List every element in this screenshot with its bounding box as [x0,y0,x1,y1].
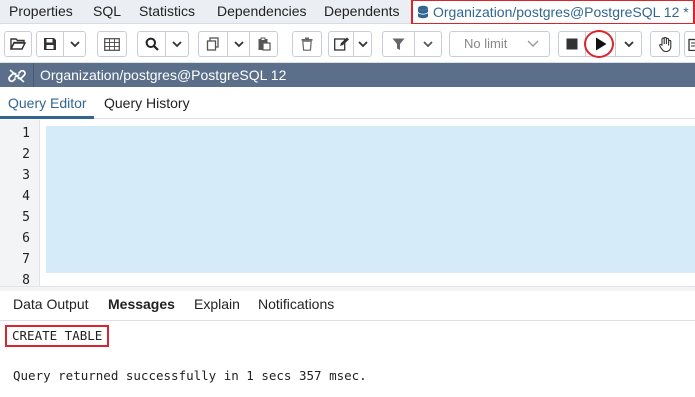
selection-highlight [46,126,695,273]
edit-icon[interactable] [329,32,353,56]
paste-icon[interactable] [249,32,277,56]
connection-title: Organization/postgres@PostgreSQL 12 [40,67,287,83]
save-icon[interactable] [37,32,63,56]
folder-open-icon [5,32,31,56]
row-limit-value: No limit [464,36,508,51]
tab-query-history[interactable]: Query History [104,95,190,111]
tab-query-tool-label: Organization/postgres@PostgreSQL 12 * [433,4,689,20]
chevron-down-icon [527,32,539,64]
execute-button-group[interactable] [558,31,642,57]
active-tab-indicator [0,116,94,119]
chevron-down-icon[interactable] [165,32,188,56]
result-tabs: Data Output Messages Explain Notificatio… [0,291,695,321]
line-number: 7 [22,252,30,267]
query-toolbar: No limit [0,24,695,63]
sql-editor[interactable]: 1 2 3 4 5 6 7 8 [0,120,695,288]
save-button-group[interactable] [36,31,86,57]
tab-query-editor[interactable]: Query Editor [8,95,87,111]
copy-icon[interactable] [199,32,227,56]
filter-button-group[interactable] [382,31,442,57]
tab-dependents[interactable]: Dependents [324,0,400,24]
open-file-button[interactable] [4,31,32,57]
trash-icon [293,32,321,56]
delete-button[interactable] [292,31,322,57]
line-number-gutter: 1 2 3 4 5 6 7 8 [0,120,40,288]
line-number: 6 [22,231,30,246]
line-number: 3 [22,168,30,183]
tab-explain[interactable]: Explain [194,296,240,312]
edit-button-group[interactable] [328,31,372,57]
editor-tabs: Query Editor Query History [0,87,695,119]
play-icon[interactable] [585,32,615,56]
stop-icon[interactable] [559,32,585,56]
tab-notifications[interactable]: Notifications [258,296,334,312]
line-number: 1 [22,126,30,141]
chevron-down-icon[interactable] [227,32,249,56]
tab-sql[interactable]: SQL [93,0,121,24]
copy-paste-group[interactable] [198,31,278,57]
top-tab-strip: Properties SQL Statistics Dependencies D… [0,0,695,25]
tab-messages[interactable]: Messages [108,296,175,312]
tab-statistics[interactable]: Statistics [139,0,195,24]
divider [33,63,34,87]
chevron-down-icon[interactable] [353,32,371,56]
tab-query-tool[interactable]: Organization/postgres@PostgreSQL 12 * [411,0,695,25]
grid-icon [98,32,126,56]
clipboard-icon [685,32,695,56]
connection-bar: Organization/postgres@PostgreSQL 12 [0,63,695,87]
tab-dependencies[interactable]: Dependencies [217,0,307,24]
message-status: CREATE TABLE [5,325,110,347]
line-number: 5 [22,210,30,225]
database-icon [417,3,429,25]
message-detail: Query returned successfully in 1 secs 35… [13,368,367,383]
chevron-down-icon[interactable] [615,32,641,56]
chevron-down-icon[interactable] [63,32,85,56]
grid-button[interactable] [97,31,127,57]
more-button[interactable] [684,31,695,57]
row-limit-select[interactable]: No limit [449,31,550,57]
tab-data-output[interactable]: Data Output [13,296,89,312]
macros-button[interactable] [650,31,680,57]
line-number: 4 [22,189,30,204]
tab-properties[interactable]: Properties [9,0,73,24]
line-number: 2 [22,147,30,162]
chevron-down-icon[interactable] [414,32,441,56]
search-button-group[interactable] [137,31,189,57]
search-icon[interactable] [138,32,165,56]
hand-icon [651,32,679,56]
filter-icon[interactable] [383,32,414,56]
